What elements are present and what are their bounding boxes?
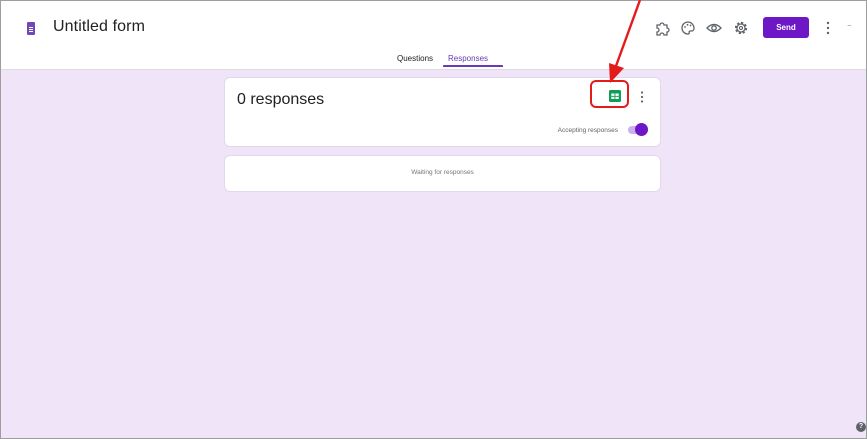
active-tab-indicator	[443, 65, 503, 67]
account-avatar[interactable]: ....	[847, 21, 852, 28]
tab-questions[interactable]: Questions	[397, 54, 433, 63]
addon-icon[interactable]	[653, 19, 671, 37]
accepting-responses-label: Accepting responses	[557, 127, 618, 134]
more-vert-icon[interactable]	[826, 21, 830, 35]
top-header: Untitled form Send .... Questions Respon…	[1, 1, 866, 70]
response-count: 0 responses	[237, 91, 325, 108]
palette-icon[interactable]	[679, 19, 697, 37]
app-window: Untitled form Send .... Questions Respon…	[0, 0, 867, 439]
annotation-highlight-box	[590, 80, 629, 108]
preview-eye-icon[interactable]	[705, 19, 723, 37]
waiting-text: Waiting for responses	[411, 169, 474, 176]
tab-responses[interactable]: Responses	[448, 54, 488, 63]
responses-more-icon[interactable]	[640, 91, 644, 103]
help-icon[interactable]: ?	[856, 422, 866, 432]
form-title[interactable]: Untitled form	[53, 18, 145, 36]
waiting-card: Waiting for responses	[224, 155, 661, 192]
send-button[interactable]: Send	[763, 17, 809, 38]
accepting-toggle-knob[interactable]	[635, 123, 648, 136]
google-forms-icon[interactable]	[27, 22, 35, 35]
settings-icon[interactable]	[732, 19, 750, 37]
